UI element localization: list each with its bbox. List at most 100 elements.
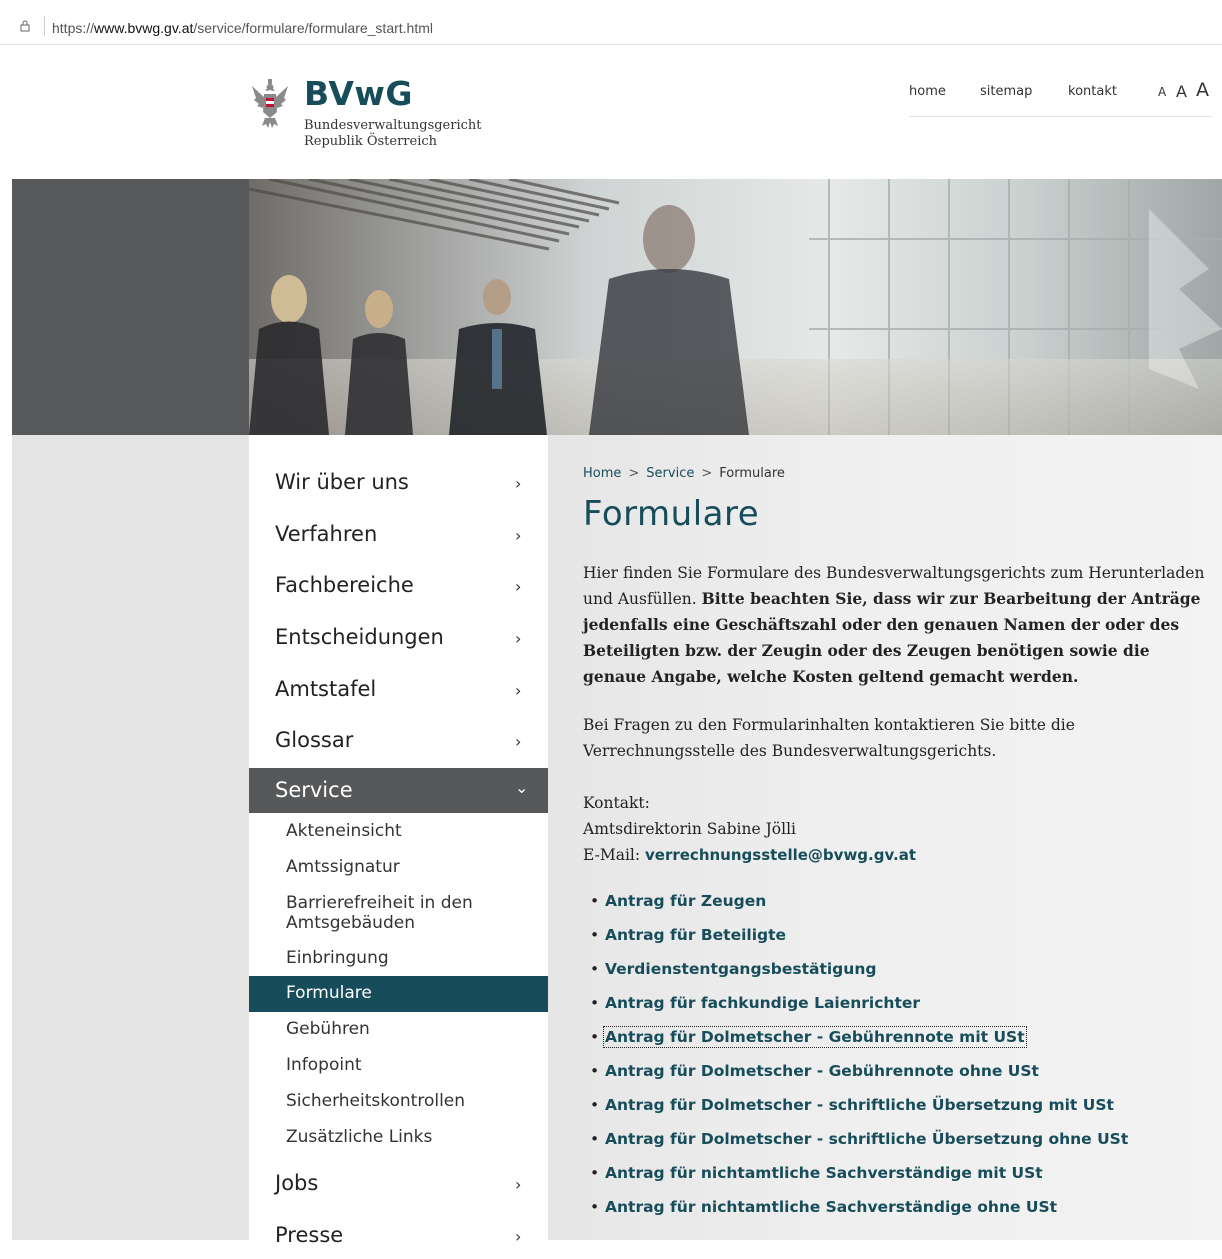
subnav-item-label: Infopoint bbox=[286, 1055, 362, 1075]
subnav-item-einbringung[interactable]: Einbringung bbox=[249, 942, 548, 976]
form-link-beteiligte[interactable]: Antrag für Beteiligte bbox=[605, 926, 786, 944]
hero-photo-illustration bbox=[249, 179, 1222, 435]
list-item: • Verdienstentgangsbestätigung bbox=[583, 958, 1203, 992]
subnav-item-infopoint[interactable]: Infopoint bbox=[249, 1049, 548, 1083]
sidebar-item-amtstafel[interactable]: Amtstafel › bbox=[249, 667, 548, 713]
subnav-item-label: Akteneinsicht bbox=[286, 821, 402, 841]
breadcrumb-service-link[interactable]: Service bbox=[646, 466, 694, 481]
bullet: • bbox=[590, 1028, 600, 1046]
font-size-large-button[interactable]: A bbox=[1196, 79, 1209, 101]
sidebar-item-jobs[interactable]: Jobs › bbox=[249, 1161, 548, 1207]
subnav-item-gebuehren[interactable]: Gebühren bbox=[249, 1013, 548, 1047]
list-item: • Antrag für Dolmetscher - Gebührennote o… bbox=[583, 1060, 1203, 1094]
logo-wordmark: BVwG bbox=[304, 74, 413, 113]
subnav-item-amtssignatur[interactable]: Amtssignatur bbox=[249, 851, 548, 885]
subnav-item-barrierefreiheit[interactable]: Barrierefreiheit in den Amtsgebäuden bbox=[249, 887, 548, 937]
url-text[interactable]: https://www.bvwg.gv.at/service/formulare… bbox=[52, 20, 433, 36]
sidebar-item-label: Wir über uns bbox=[275, 470, 409, 494]
chevron-down-icon: ⌄ bbox=[515, 778, 529, 797]
form-link-zeugen[interactable]: Antrag für Zeugen bbox=[605, 892, 766, 910]
list-item: • Antrag für fachkundige Laienrichter bbox=[583, 992, 1203, 1026]
sidebar-item-label: Verfahren bbox=[275, 522, 378, 546]
logo-subtitle-2: Republik Österreich bbox=[304, 134, 438, 149]
breadcrumb-current: Formulare bbox=[719, 466, 785, 481]
chevron-right-icon: › bbox=[515, 732, 522, 751]
form-link-sachverstaendige-ohne-ust[interactable]: Antrag für nichtamtliche Sachverständige… bbox=[605, 1198, 1057, 1216]
chevron-right-icon: › bbox=[515, 1175, 522, 1194]
sidebar-item-label: Service bbox=[275, 778, 353, 802]
page-title: Formulare bbox=[583, 494, 760, 534]
chevron-right-icon: › bbox=[515, 577, 522, 596]
sidebar-item-label: Entscheidungen bbox=[275, 625, 444, 649]
sidebar-item-label: Fachbereiche bbox=[275, 573, 414, 597]
contact-email-line: E-Mail: verrechnungsstelle@bvwg.gv.at bbox=[583, 842, 1208, 868]
font-size-small-button[interactable]: A bbox=[1158, 85, 1166, 99]
hero-image bbox=[249, 179, 1222, 435]
list-item: • Antrag für nichtamtliche Sachverständig… bbox=[583, 1196, 1203, 1230]
address-bar-border bbox=[0, 44, 1222, 45]
sidebar-item-presse[interactable]: Presse › bbox=[249, 1213, 548, 1259]
form-link-verdienstentgang[interactable]: Verdienstentgangsbestätigung bbox=[605, 960, 876, 978]
sidebar-item-glossar[interactable]: Glossar › bbox=[249, 718, 548, 764]
subnav-item-label: Amtssignatur bbox=[286, 857, 400, 877]
subnav-item-sicherheitskontrollen[interactable]: Sicherheitskontrollen bbox=[249, 1085, 548, 1119]
bullet: • bbox=[590, 1062, 600, 1080]
browser-address-bar[interactable]: https://www.bvwg.gv.at/service/formulare… bbox=[0, 0, 1222, 45]
sidebar-item-service[interactable]: Service ⌄ bbox=[249, 768, 548, 813]
subnav-item-label: Barrierefreiheit in den Amtsgebäuden bbox=[286, 893, 473, 933]
breadcrumb-home-link[interactable]: Home bbox=[583, 466, 621, 481]
bullet: • bbox=[590, 1164, 600, 1182]
subnav-item-akteneinsicht[interactable]: Akteneinsicht bbox=[249, 815, 548, 849]
form-link-dolmetscher-gebuehrennote-ohne-ust[interactable]: Antrag für Dolmetscher - Gebührennote oh… bbox=[605, 1062, 1039, 1080]
austrian-eagle-icon bbox=[252, 79, 288, 128]
list-item: • Antrag für nichtamtliche Sachverständig… bbox=[583, 1162, 1203, 1196]
nav-sitemap-link[interactable]: sitemap bbox=[980, 84, 1032, 99]
sidebar-item-wir-ueber-uns[interactable]: Wir über uns › bbox=[249, 460, 548, 506]
nav-home-link[interactable]: home bbox=[909, 84, 946, 99]
logo-subtitle-1: Bundesverwaltungsgericht bbox=[304, 118, 482, 133]
list-item: • Antrag für Zeugen bbox=[583, 890, 1203, 924]
breadcrumb-separator: > bbox=[628, 466, 640, 481]
subnav-item-label: Zusätzliche Links bbox=[286, 1127, 433, 1147]
bullet: • bbox=[590, 1198, 600, 1216]
font-size-medium-button[interactable]: A bbox=[1176, 82, 1187, 101]
sidebar-item-entscheidungen[interactable]: Entscheidungen › bbox=[249, 615, 548, 661]
email-link[interactable]: verrechnungsstelle@bvwg.gv.at bbox=[645, 846, 916, 864]
contact-block: Kontakt: Amtsdirektorin Sabine Jölli E-M… bbox=[583, 790, 1208, 868]
subnav-item-formulare[interactable]: Formulare bbox=[249, 976, 548, 1012]
chevron-right-icon: › bbox=[515, 1227, 522, 1246]
hero-left-panel bbox=[12, 179, 249, 435]
breadcrumb: Home > Service > Formulare bbox=[583, 466, 785, 481]
form-link-dolmetscher-gebuehrennote-mit-ust[interactable]: Antrag für Dolmetscher - Gebührennote mi… bbox=[603, 1026, 1027, 1048]
list-item: • Antrag für Beteiligte bbox=[583, 924, 1203, 958]
form-link-laienrichter[interactable]: Antrag für fachkundige Laienrichter bbox=[605, 994, 920, 1012]
form-link-sachverstaendige-mit-ust[interactable]: Antrag für nichtamtliche Sachverständige… bbox=[605, 1164, 1043, 1182]
sidebar-item-verfahren[interactable]: Verfahren › bbox=[249, 512, 548, 558]
subnav-item-zusaetzliche-links[interactable]: Zusätzliche Links bbox=[249, 1121, 548, 1155]
breadcrumb-separator: > bbox=[701, 466, 713, 481]
questions-paragraph: Bei Fragen zu den Formularinhalten konta… bbox=[583, 716, 1075, 760]
contact-label: Kontakt: bbox=[583, 794, 650, 812]
form-link-dolmetscher-uebersetzung-mit-ust[interactable]: Antrag für Dolmetscher - schriftliche Üb… bbox=[605, 1096, 1114, 1114]
bullet: • bbox=[590, 994, 600, 1012]
list-item: • Antrag für Dolmetscher - schriftliche Ü… bbox=[583, 1128, 1203, 1162]
intro-paragraph: Hier finden Sie Formulare des Bundesverw… bbox=[583, 560, 1208, 690]
form-links-list: • Antrag für Zeugen • Antrag für Beteiligt… bbox=[583, 890, 1203, 1230]
subnav-item-label: Einbringung bbox=[286, 948, 389, 968]
sidebar-navigation: Wir über uns › Verfahren › Fachbereiche … bbox=[249, 435, 548, 1247]
list-item: • Antrag für Dolmetscher - schriftliche Ü… bbox=[583, 1094, 1203, 1128]
subnav-item-label: Sicherheitskontrollen bbox=[286, 1091, 466, 1111]
sidebar-item-fachbereiche[interactable]: Fachbereiche › bbox=[249, 563, 548, 609]
site-logo[interactable]: BVwG Bundesverwaltungsgericht Republik Ö… bbox=[248, 74, 508, 158]
lock-icon bbox=[20, 20, 30, 32]
email-label: E-Mail: bbox=[583, 846, 646, 864]
form-link-dolmetscher-uebersetzung-ohne-ust[interactable]: Antrag für Dolmetscher - schriftliche Üb… bbox=[605, 1130, 1128, 1148]
sidebar-item-label: Glossar bbox=[275, 728, 354, 752]
chevron-right-icon: › bbox=[515, 474, 522, 493]
bullet: • bbox=[590, 1096, 600, 1114]
list-item: • Antrag für Dolmetscher - Gebührennote m… bbox=[583, 1026, 1203, 1060]
left-gutter bbox=[12, 435, 249, 1240]
nav-kontakt-link[interactable]: kontakt bbox=[1068, 84, 1117, 99]
chevron-right-icon: › bbox=[515, 526, 522, 545]
sidebar-item-label: Jobs bbox=[275, 1171, 319, 1195]
